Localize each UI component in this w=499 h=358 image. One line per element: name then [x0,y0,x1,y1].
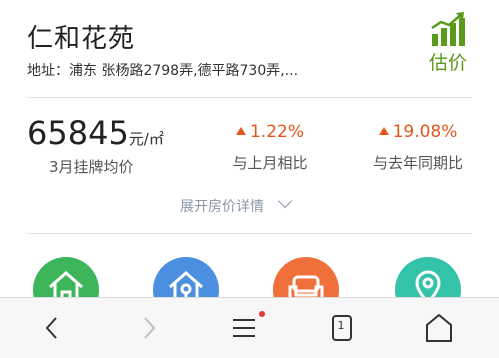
tabs-count: 1 [337,319,345,332]
month-change-value: 1.22% [249,122,304,142]
menu-icon [233,319,255,337]
price-unit: 元/㎡ [128,130,164,148]
average-price: 65845元/㎡ 3月挂牌均价 [27,114,167,177]
up-arrow-icon [378,127,389,135]
chevron-down-icon [277,193,293,209]
home-icon [426,314,452,342]
tabs-button[interactable]: 1 [313,298,373,358]
back-button[interactable] [25,298,85,358]
home-button[interactable] [409,298,469,358]
expand-label: 展开房价详情 [180,199,264,215]
notification-dot [259,311,265,317]
divider [27,233,472,234]
chevron-right-icon [144,317,156,339]
price-label: 3月挂牌均价 [49,158,134,176]
community-header: 仁和花苑 地址：浦东 张杨路2798弄,德平路730弄,... 估价 [0,0,499,96]
bar-chart-trend-icon [431,12,465,46]
year-change-stat: 19.08% 与去年同期比 [362,122,474,173]
month-change-label: 与上月相比 [232,154,308,172]
up-arrow-icon [235,127,246,135]
year-change-value: 19.08% [392,122,458,142]
estimate-label: 估价 [428,52,467,74]
browser-toolbar: 1 [0,297,499,358]
estimate-button[interactable]: 估价 [418,12,478,82]
forward-button[interactable] [120,298,180,358]
divider [27,97,472,98]
community-title: 仁和花苑 [27,24,136,54]
expand-price-details[interactable]: 展开房价详情 [180,193,293,216]
chevron-left-icon [45,317,57,339]
month-change-stat: 1.22% 与上月相比 [220,122,320,173]
year-change-label: 与去年同期比 [372,154,463,172]
price-value: 65845 [27,114,129,152]
menu-button[interactable] [215,298,275,358]
community-address[interactable]: 地址：浦东 张杨路2798弄,德平路730弄,... [27,60,298,80]
